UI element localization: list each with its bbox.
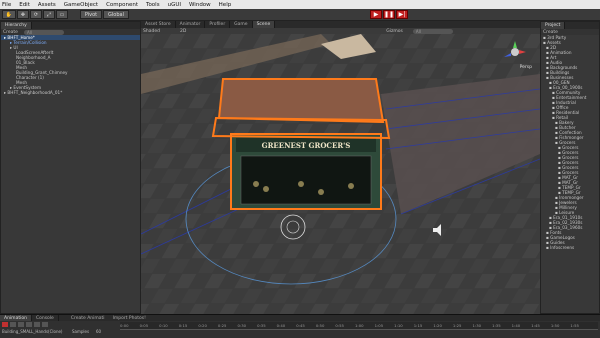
timeline-tick-label: 0:40 (276, 323, 286, 328)
timeline-tick-label: 0:20 (198, 323, 207, 328)
hand-tool-button[interactable]: ✋ (2, 10, 16, 19)
scene-canvas[interactable]: GREENEST GROCER'S (141, 34, 540, 314)
gizmos-dropdown[interactable]: Gizmos (386, 29, 403, 34)
orientation-gizmo[interactable] (504, 41, 526, 63)
timeline-tick-label: 1:10 (394, 323, 403, 328)
timeline-tick-label: 1:05 (374, 323, 384, 328)
global-toggle[interactable]: Global (103, 10, 129, 19)
timeline-tick-label: 1:00 (355, 323, 364, 328)
tab-hierarchy[interactable]: Hierarchy (1, 22, 32, 29)
timeline-tick-label: 0:50 (315, 323, 325, 328)
timeline-tick-label: 0:45 (296, 323, 305, 328)
timeline-tick-label: 1:40 (511, 323, 521, 328)
hierarchy-tree: ▸ BHFT_Home* ▸ Terrain/Collision ▸ UI LoadS… (1, 35, 140, 95)
shop-window (240, 155, 372, 205)
last-frame-button[interactable] (42, 322, 48, 327)
timeline-tick-label: 0:25 (217, 323, 227, 328)
pivot-toggle[interactable]: Pivot (80, 10, 102, 19)
tab-console[interactable]: Console (32, 315, 59, 321)
timeline-tick-label: 1:15 (413, 323, 423, 328)
timeline-tick-label: 0:30 (237, 323, 247, 328)
menu-item-help[interactable]: Help (219, 2, 232, 8)
timeline-tick-label: 1:25 (452, 323, 462, 328)
hierarchy-create-button[interactable]: Create (3, 30, 18, 35)
play-button[interactable]: ▶ (370, 10, 382, 19)
shading-mode-dropdown[interactable]: Shaded (143, 29, 160, 34)
timeline-tick-label: 0:00 (120, 323, 129, 328)
tab-asset-store[interactable]: Asset Store (141, 21, 176, 28)
animation-timeline[interactable]: 0:00 0:05 0:10 0:15 0:20 0:25 0:30 0:35 0:40 0:45… (120, 322, 598, 330)
hierarchy-search-input[interactable]: All (23, 29, 64, 35)
scene-view[interactable]: Asset Store Animator Profiler Game Scene Sha… (141, 21, 540, 314)
rect-tool-button[interactable]: ▭ (56, 10, 68, 19)
animation-panel: Animation Console Create Animati Import … (0, 314, 600, 338)
project-tree: ▪ 3rd Party ▪ Assets ▪ 2D ▪ Animation ▪ Art ▪… (541, 35, 599, 250)
first-frame-button[interactable] (10, 322, 16, 327)
toolbar: ✋ ✥ ⟳ ⤢ ▭ Pivot Global ▶ ❚❚ ▶| (0, 9, 600, 21)
prev-frame-button[interactable] (18, 322, 24, 327)
timeline-tick-label: 0:05 (139, 323, 149, 328)
menu-item-file[interactable]: File (2, 2, 11, 8)
timeline-tick-label: 0:10 (159, 323, 168, 328)
2d-mode-toggle[interactable]: 2D (180, 29, 186, 34)
timeline-tick-label: 0:15 (178, 323, 188, 328)
project-folder-item[interactable]: ▪ Infoscreens (541, 245, 599, 250)
samples-value[interactable]: 60 (96, 329, 101, 334)
menu-item-edit[interactable]: Edit (19, 2, 30, 8)
record-button[interactable] (2, 322, 8, 327)
move-tool-button[interactable]: ✥ (17, 10, 29, 19)
play-anim-button[interactable] (26, 322, 32, 327)
building-roof[interactable] (217, 78, 385, 124)
timeline-tick-label: 1:35 (492, 323, 501, 328)
rotate-tool-button[interactable]: ⟳ (30, 10, 42, 19)
timeline-tick-label: 1:45 (531, 323, 540, 328)
menu-bar: File Edit Assets GameObject Component Tools uG… (0, 0, 600, 9)
timeline-tick-label: 1:50 (550, 323, 560, 328)
project-panel: Project Create ▪ 3rd Party ▪ Assets ▪ 2D ▪ … (540, 21, 600, 314)
next-frame-button[interactable] (34, 322, 40, 327)
scene-search-input[interactable]: All (412, 28, 453, 34)
tab-scene[interactable]: Scene (252, 21, 276, 28)
step-button[interactable]: ▶| (396, 10, 408, 19)
menu-item-window[interactable]: Window (189, 2, 211, 8)
tab-animator[interactable]: Animator (176, 21, 206, 28)
tab-animation[interactable]: Animation (0, 315, 32, 321)
scale-tool-button[interactable]: ⤢ (43, 10, 55, 19)
hierarchy-item[interactable]: ▸ BHFT_NeighborhoodA_01* (1, 90, 140, 95)
clip-dropdown[interactable]: Building_SMALL_Hands(Clone) (2, 329, 63, 334)
tab-profiler[interactable]: Profiler (205, 21, 231, 28)
timeline-tick-label: 0:55 (335, 323, 344, 328)
anim-controls (2, 322, 48, 327)
scene-tabs: Asset Store Animator Profiler Game Scene (141, 21, 540, 28)
tab-game[interactable]: Game (230, 21, 253, 28)
menu-item-tools[interactable]: Tools (146, 2, 160, 8)
timeline-tick-label: 1:55 (570, 323, 579, 328)
create-animation-label[interactable]: Create Animati (67, 315, 109, 321)
menu-item-gameobject[interactable]: GameObject (64, 2, 98, 8)
persp-label: Persp (519, 65, 532, 70)
timeline-tick-label: 1:20 (433, 323, 442, 328)
import-photos-label[interactable]: Import Photos! (109, 315, 150, 321)
project-create-button[interactable]: Create (543, 30, 558, 35)
menu-item-assets[interactable]: Assets (38, 2, 56, 8)
hierarchy-panel: Hierarchy Create All ▸ BHFT_Home* ▸ Terra… (0, 21, 141, 314)
menu-item-ugui[interactable]: uGUI (168, 2, 181, 8)
menu-item-component[interactable]: Component (106, 2, 138, 8)
tab-project[interactable]: Project (541, 22, 566, 29)
samples-label: Samples (72, 329, 90, 334)
timeline-tick-label: 0:35 (257, 323, 266, 328)
pause-button[interactable]: ❚❚ (383, 10, 395, 19)
store-sign-text: GREENEST GROCER'S (262, 141, 351, 150)
timeline-tick-label: 1:30 (472, 323, 482, 328)
